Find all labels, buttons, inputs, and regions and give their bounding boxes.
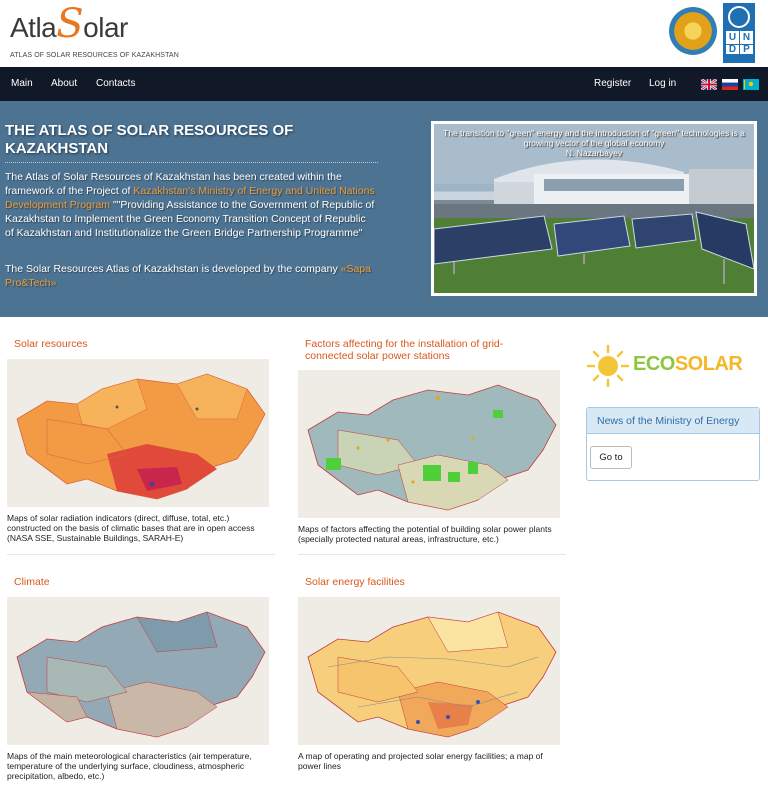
site-header: AtlaSolar ATLAS OF SOLAR RESOURCES OF KA… bbox=[0, 0, 768, 67]
card-climate-title[interactable]: Climate bbox=[14, 576, 274, 588]
ecosolar-wordmark: ECOSOLAR bbox=[633, 353, 743, 376]
quote-text: The transition to "green" energy and the… bbox=[443, 128, 745, 148]
card-solar-facilities[interactable]: Solar energy facilities A map of operati… bbox=[298, 574, 566, 788]
un-globe-icon bbox=[728, 6, 750, 28]
card-climate-description: Maps of the main meteorological characte… bbox=[7, 751, 252, 781]
ministry-news-panel: News of the Ministry of Energy Go to bbox=[586, 407, 760, 481]
solar-panels-photo: The transition to "green" energy and the… bbox=[431, 121, 757, 296]
eco-word: ECO bbox=[633, 353, 675, 375]
solar-facilities-map-image bbox=[298, 597, 560, 745]
solar-word: SOLAR bbox=[674, 353, 743, 375]
top-navigation: Main About Contacts Register Log in bbox=[0, 67, 768, 101]
nav-contacts[interactable]: Contacts bbox=[96, 78, 135, 89]
undp-letter-u: U bbox=[726, 31, 739, 44]
hero-section: THE ATLAS OF SOLAR RESOURCES OF KAZAKHST… bbox=[0, 101, 768, 317]
factors-map-image bbox=[298, 370, 560, 518]
undp-logo[interactable]: U N D P bbox=[723, 3, 755, 63]
card-solar-resources-title[interactable]: Solar resources bbox=[14, 338, 274, 350]
kazakhstan-emblem-icon bbox=[669, 7, 717, 55]
card-divider bbox=[7, 554, 275, 555]
card-solar-facilities-title[interactable]: Solar energy facilities bbox=[305, 576, 565, 588]
climate-map-image bbox=[7, 597, 269, 745]
atlas-solar-logo[interactable]: AtlaSolar ATLAS OF SOLAR RESOURCES OF KA… bbox=[10, 4, 179, 59]
climate-map[interactable] bbox=[7, 597, 269, 745]
goto-button[interactable]: Go to bbox=[590, 446, 632, 469]
logo-prefix: Atla bbox=[10, 12, 57, 43]
solar-radiation-map-image bbox=[7, 359, 269, 507]
card-climate[interactable]: Climate Maps of the main meteorological … bbox=[7, 574, 275, 788]
hero-paragraph-project: The Atlas of Solar Resources of Kazakhst… bbox=[5, 170, 377, 240]
ministry-news-title: News of the Ministry of Energy bbox=[587, 408, 759, 434]
nazarbayev-quote: The transition to "green" energy and the… bbox=[440, 128, 748, 158]
logo-subtitle: ATLAS OF SOLAR RESOURCES OF KAZAKHSTAN bbox=[10, 52, 179, 59]
card-factors-description: Maps of factors affecting the potential … bbox=[298, 524, 552, 544]
undp-letter-n: N bbox=[740, 31, 753, 44]
nav-main[interactable]: Main bbox=[11, 78, 33, 89]
nav-about[interactable]: About bbox=[51, 78, 77, 89]
solar-facilities-map[interactable] bbox=[298, 597, 560, 745]
hero-paragraph-developer: The Solar Resources Atlas of Kazakhstan … bbox=[5, 262, 377, 290]
kazakhstan-flag-icon[interactable] bbox=[743, 79, 759, 90]
undp-letter-d: D bbox=[726, 45, 739, 55]
russia-flag-icon[interactable] bbox=[722, 79, 738, 90]
sun-icon bbox=[586, 344, 630, 388]
card-factors-title[interactable]: Factors affecting for the installation o… bbox=[305, 338, 505, 362]
undp-letter-p: P bbox=[740, 45, 753, 55]
ecosolar-logo[interactable]: ECOSOLAR bbox=[586, 344, 746, 390]
solar-resources-map[interactable] bbox=[7, 359, 269, 507]
page-title: THE ATLAS OF SOLAR RESOURCES OF KAZAKHST… bbox=[5, 122, 294, 157]
nav-login[interactable]: Log in bbox=[649, 78, 676, 89]
hero-divider bbox=[5, 162, 378, 163]
quote-author: N. Nazarbayev bbox=[565, 148, 623, 158]
card-solar-resources[interactable]: Solar resources Maps of solar radiation … bbox=[7, 336, 275, 558]
factors-map[interactable] bbox=[298, 370, 560, 518]
logo-suffix: olar bbox=[83, 12, 128, 43]
card-solar-facilities-description: A map of operating and projected solar e… bbox=[298, 751, 543, 771]
nav-register[interactable]: Register bbox=[594, 78, 631, 89]
card-solar-resources-description: Maps of solar radiation indicators (dire… bbox=[7, 513, 255, 543]
card-divider bbox=[298, 554, 566, 555]
uk-flag-icon[interactable] bbox=[701, 79, 717, 90]
logo-s: S bbox=[56, 1, 84, 47]
hero-p2-text: The Solar Resources Atlas of Kazakhstan … bbox=[5, 263, 341, 275]
card-factors[interactable]: Factors affecting for the installation o… bbox=[298, 336, 566, 558]
